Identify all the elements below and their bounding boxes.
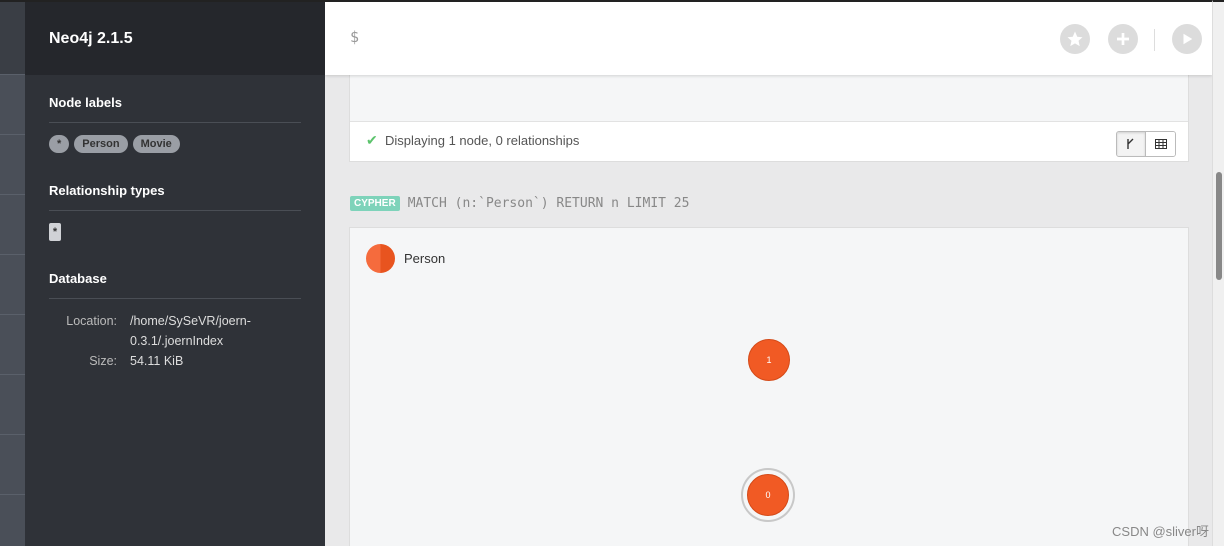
vertical-scrollbar[interactable] xyxy=(1212,0,1224,546)
table-icon[interactable] xyxy=(1146,132,1175,156)
db-location-line1: /home/SySeVR/joern- xyxy=(130,314,251,328)
query-text[interactable]: MATCH (n:`Person`) RETURN n LIMIT 25 xyxy=(408,196,690,211)
label-pill-movie[interactable]: Movie xyxy=(132,135,180,153)
play-icon[interactable] xyxy=(1172,24,1202,54)
result-frame-previous: ✔ Displaying 1 node, 0 relationships xyxy=(349,60,1189,162)
label-pill-all[interactable]: * xyxy=(49,135,70,153)
label-pill-person[interactable]: Person xyxy=(74,135,128,153)
status-text: Displaying 1 node, 0 relationships xyxy=(385,133,580,148)
db-size-value: 54.11 KiB xyxy=(130,354,184,368)
left-rail xyxy=(0,0,25,546)
database-section: Database Location: /home/SySeVR/joern- 0… xyxy=(25,251,325,371)
rail-item-7[interactable] xyxy=(0,435,25,495)
graph-legend: Person xyxy=(366,244,445,273)
db-location-line2: 0.3.1/.joernIndex xyxy=(130,334,224,348)
rail-top xyxy=(0,2,25,75)
view-toggle xyxy=(1116,131,1176,157)
editor-divider xyxy=(1154,29,1155,51)
rail-item-4[interactable] xyxy=(0,255,25,315)
star-icon[interactable] xyxy=(1060,24,1090,54)
main-stream: $ ✔ Displaying 1 node, 0 relationships C… xyxy=(325,0,1212,546)
relationship-types-section: Relationship types * xyxy=(25,163,325,259)
rail-item-1[interactable] xyxy=(0,75,25,135)
query-editor: $ xyxy=(325,0,1212,75)
graph-node-selected[interactable]: 0 xyxy=(747,474,789,516)
rail-item-2[interactable] xyxy=(0,135,25,195)
graph-node[interactable]: 1 xyxy=(748,339,790,381)
relationship-types-title: Relationship types xyxy=(49,163,301,211)
rail-item-3[interactable] xyxy=(0,195,25,255)
db-location-value: /home/SySeVR/joern- 0.3.1/.joernIndex xyxy=(130,311,270,351)
db-size-key: Size: xyxy=(89,354,117,368)
cypher-tag: CYPHER xyxy=(350,196,400,211)
scrollbar-thumb[interactable] xyxy=(1216,172,1222,280)
db-location-row: Location: /home/SySeVR/joern- 0.3.1/.joe… xyxy=(49,311,301,351)
rel-pill-all[interactable]: * xyxy=(49,223,61,241)
node-labels-section: Node labels * Person Movie xyxy=(25,75,325,171)
rail-item-5[interactable] xyxy=(0,315,25,375)
db-location-key: Location: xyxy=(66,314,117,328)
plus-icon[interactable] xyxy=(1108,24,1138,54)
person-label-dot[interactable] xyxy=(366,244,395,273)
watermark: CSDN @sliver呀 xyxy=(1112,524,1209,539)
legend-label: Person xyxy=(404,251,446,266)
rail-item-6[interactable] xyxy=(0,375,25,435)
editor-prompt[interactable]: $ xyxy=(350,28,359,46)
check-icon: ✔ xyxy=(366,132,378,148)
database-title: Database xyxy=(49,251,301,299)
db-size-row: Size: 54.11 KiB xyxy=(49,351,301,371)
node-labels-title: Node labels xyxy=(49,75,301,123)
query-line: CYPHER MATCH (n:`Person`) RETURN n LIMIT… xyxy=(350,196,689,211)
app-title: Neo4j 2.1.5 xyxy=(25,2,325,75)
database-info: Location: /home/SySeVR/joern- 0.3.1/.joe… xyxy=(49,311,301,371)
result-frame-graph: Person 1 0 xyxy=(349,227,1189,546)
sidebar-drawer: Neo4j 2.1.5 Node labels * Person Movie R… xyxy=(25,0,325,546)
graph-icon[interactable] xyxy=(1117,132,1146,156)
frame-status-bar: ✔ Displaying 1 node, 0 relationships xyxy=(350,121,1188,161)
